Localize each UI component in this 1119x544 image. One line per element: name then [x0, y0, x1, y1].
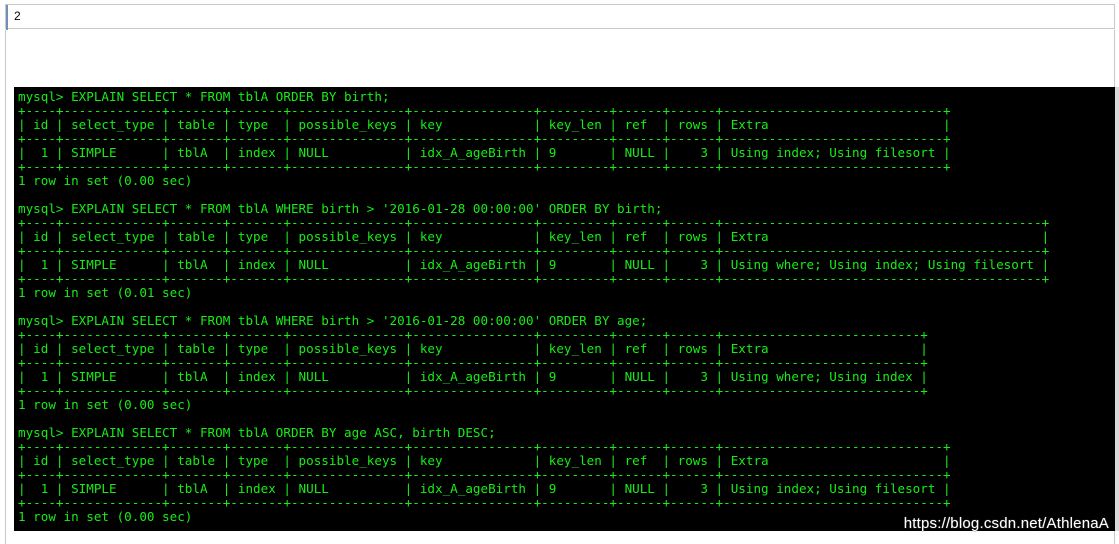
terminal-line: | id | select_type | table | type | poss… [18, 453, 951, 468]
value-field[interactable]: 2 [5, 4, 1115, 30]
page: 2 mysql> EXPLAIN SELECT * FROM tblA ORDE… [0, 0, 1119, 544]
terminal-line: | 1 | SIMPLE | tblA | index | NULL | idx… [18, 257, 1050, 272]
terminal-line: +----+-------------+-------+-------+----… [18, 467, 951, 482]
field-value: 2 [14, 9, 21, 23]
watermark-url: https://blog.csdn.net/AthlenaA [903, 515, 1109, 532]
terminal-line: 1 row in set (0.01 sec) [18, 285, 193, 300]
terminal-line: +----+-------------+-------+-------+----… [18, 327, 928, 342]
terminal-line: +----+-------------+-------+-------+----… [18, 159, 951, 174]
terminal-line: +----+-------------+-------+-------+----… [18, 271, 1050, 286]
terminal-line: 1 row in set (0.00 sec) [18, 173, 193, 188]
terminal-line: | id | select_type | table | type | poss… [18, 229, 1050, 244]
terminal-line: 1 row in set (0.00 sec) [18, 397, 193, 412]
terminal-line: | 1 | SIMPLE | tblA | index | NULL | idx… [18, 481, 951, 496]
terminal-line: | id | select_type | table | type | poss… [18, 117, 951, 132]
terminal-line: | 1 | SIMPLE | tblA | index | NULL | idx… [18, 369, 928, 384]
terminal-line: | id | select_type | table | type | poss… [18, 341, 928, 356]
terminal-line: 1 row in set (0.00 sec) [18, 509, 193, 524]
terminal-line: mysql> EXPLAIN SELECT * FROM tblA WHERE … [18, 201, 663, 216]
field-accent [6, 5, 8, 30]
terminal-line: +----+-------------+-------+-------+----… [18, 355, 928, 370]
scrollbar-edge[interactable] [1115, 87, 1119, 531]
terminal-line: mysql> EXPLAIN SELECT * FROM tblA ORDER … [18, 425, 496, 440]
terminal-line: +----+-------------+-------+-------+----… [18, 383, 928, 398]
terminal-line: | 1 | SIMPLE | tblA | index | NULL | idx… [18, 145, 951, 160]
terminal-line: +----+-------------+-------+-------+----… [18, 215, 1050, 230]
terminal-line: mysql> EXPLAIN SELECT * FROM tblA ORDER … [18, 89, 390, 104]
terminal-line: +----+-------------+-------+-------+----… [18, 243, 1050, 258]
mysql-terminal[interactable]: mysql> EXPLAIN SELECT * FROM tblA ORDER … [14, 87, 1119, 531]
terminal-line: +----+-------------+-------+-------+----… [18, 439, 951, 454]
terminal-output: mysql> EXPLAIN SELECT * FROM tblA ORDER … [18, 90, 1049, 524]
terminal-line: +----+-------------+-------+-------+----… [18, 495, 951, 510]
terminal-line: +----+-------------+-------+-------+----… [18, 103, 951, 118]
terminal-line: mysql> EXPLAIN SELECT * FROM tblA WHERE … [18, 313, 648, 328]
terminal-line: +----+-------------+-------+-------+----… [18, 131, 951, 146]
